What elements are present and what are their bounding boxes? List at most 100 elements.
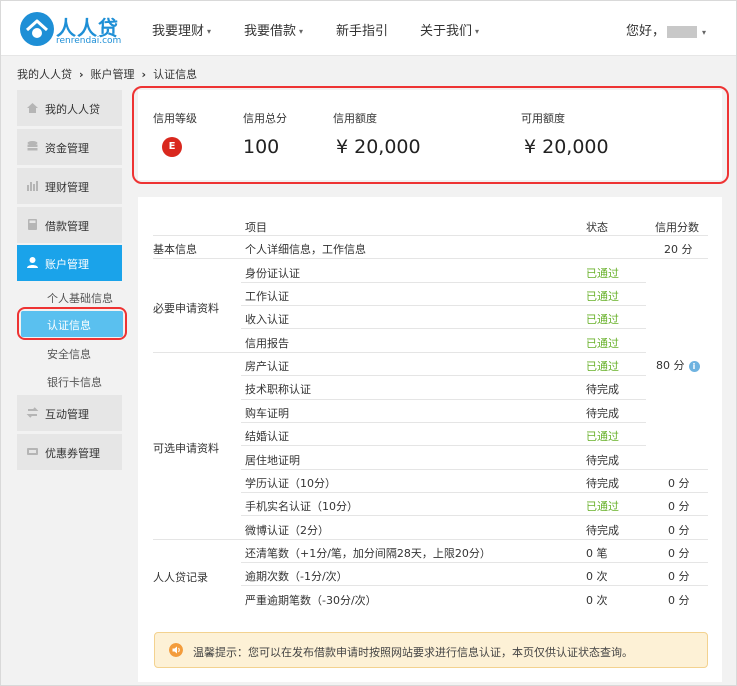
table-row-item: 严重逾期笔数（-30分/次） [245, 594, 377, 607]
score-education: 0 分 [668, 477, 690, 490]
status-pending: 待完成 [586, 477, 619, 490]
table-row-item: 逾期次数（-1分/次） [245, 570, 348, 583]
table-row-item[interactable]: 工作认证 [245, 288, 289, 304]
row-divider [241, 469, 708, 470]
user-menu[interactable]: 您好， ▾ [626, 20, 706, 39]
breadcrumb-home[interactable]: 我的人人贷 [17, 68, 72, 81]
score-phone: 0 分 [668, 500, 690, 513]
group-optional: 可选申请资料 [153, 442, 219, 455]
row-divider [153, 235, 708, 236]
breadcrumb-current: 认证信息 [153, 68, 198, 81]
table-row-item[interactable]: 学历认证（10分） [245, 475, 336, 491]
group-basic: 基本信息 [153, 243, 197, 256]
nav-borrow[interactable]: 我要借款 ▾ [244, 20, 303, 39]
nav-about[interactable]: 关于我们 ▾ [420, 20, 479, 39]
breadcrumb-account[interactable]: 账户管理 [91, 68, 135, 81]
nav-about-label: 关于我们 [420, 24, 473, 39]
sidebar-sub-bank-card[interactable]: 银行卡信息 [47, 374, 102, 390]
group-required: 必要申请资料 [153, 302, 219, 315]
table-row-item[interactable]: 信用报告 [245, 335, 289, 351]
table-row-item: 个人详细信息，工作信息 [245, 243, 366, 256]
status-passed: 已通过 [586, 500, 619, 513]
status-pending: 待完成 [586, 383, 619, 396]
home-icon [27, 103, 38, 113]
bar-chart-icon [27, 181, 38, 191]
nav-guide[interactable]: 新手指引 [336, 20, 388, 39]
group-record: 人人贷记录 [153, 571, 208, 584]
sidebar-item-interaction[interactable]: 互动管理 [17, 395, 122, 431]
sidebar-item-label: 互动管理 [45, 408, 89, 421]
nav-guide-label: 新手指引 [336, 24, 389, 39]
site-logo[interactable]: 人人贷 renrendai.com [19, 10, 129, 50]
sidebar-item-home[interactable]: 我的人人贷 [17, 90, 122, 126]
calculator-icon [28, 219, 37, 230]
status-passed: 已通过 [586, 290, 619, 303]
table-row-item[interactable]: 结婚认证 [245, 428, 289, 444]
chevron-down-icon: ▾ [702, 28, 707, 37]
status-passed: 已通过 [586, 430, 619, 443]
sidebar-item-wealth[interactable]: 理财管理 [17, 168, 122, 204]
row-divider [241, 515, 708, 516]
status-pending: 待完成 [586, 407, 619, 420]
row-divider [241, 399, 646, 400]
warm-tip-banner: 温馨提示：您可以在发布借款申请时按照网站要求进行信息认证，本页仅供认证状态查询。 [154, 632, 708, 668]
score-weibo: 0 分 [668, 524, 690, 537]
nav-invest-label: 我要理财 [152, 24, 205, 39]
score-merged: 80 分i [656, 357, 700, 373]
score-severe: 0 分 [668, 594, 690, 607]
table-row-item[interactable]: 房产认证 [245, 358, 289, 374]
row-divider [153, 258, 708, 259]
table-row-item[interactable]: 手机实名认证（10分） [245, 498, 358, 514]
sidebar-item-label: 优惠券管理 [45, 447, 100, 460]
interact-icon [26, 407, 39, 418]
col-header-status: 状态 [586, 221, 608, 234]
sidebar-item-label: 我的人人贷 [45, 103, 100, 116]
row-divider [241, 375, 646, 376]
status-passed: 已通过 [586, 313, 619, 326]
score-overdue: 0 分 [668, 570, 690, 583]
coupon-icon [27, 448, 38, 455]
page-frame: 人人贷 renrendai.com 我要理财 ▾ 我要借款 ▾ 新手指引 关于我们 ▾… [0, 0, 737, 686]
sidebar-item-label: 借款管理 [45, 220, 89, 233]
coins-icon [27, 141, 38, 151]
sidebar-item-account[interactable]: 账户管理 [17, 245, 122, 281]
row-divider [241, 422, 646, 423]
table-row-item[interactable]: 居住地证明 [245, 452, 300, 468]
table-row-item[interactable]: 身份证认证 [245, 265, 300, 281]
table-row-item[interactable]: 收入认证 [245, 311, 289, 327]
username-redacted [667, 25, 698, 38]
sidebar-item-label: 资金管理 [45, 142, 89, 155]
sidebar-item-coupons[interactable]: 优惠券管理 [17, 434, 122, 470]
top-header: 人人贷 renrendai.com 我要理财 ▾ 我要借款 ▾ 新手指引 关于我们 ▾… [1, 1, 736, 56]
table-row-item[interactable]: 技术职称认证 [245, 381, 311, 397]
table-row-item[interactable]: 微博认证（2分） [245, 522, 329, 538]
greeting-text: 您好， [626, 24, 666, 39]
nav-invest[interactable]: 我要理财 ▾ [152, 20, 211, 39]
breadcrumb-separator-icon: › [79, 68, 84, 81]
status-pending: 待完成 [586, 454, 619, 467]
record-count: 0 次 [586, 594, 608, 607]
highlight-ring [17, 307, 127, 340]
table-row-item[interactable]: 购车证明 [245, 405, 289, 421]
status-passed: 已通过 [586, 267, 619, 280]
row-divider [153, 352, 646, 353]
sidebar-item-loans[interactable]: 借款管理 [17, 207, 122, 243]
nav-borrow-label: 我要借款 [244, 24, 297, 39]
tip-text: 温馨提示：您可以在发布借款申请时按照网站要求进行信息认证，本页仅供认证状态查询。 [193, 646, 633, 659]
certification-table: 项目 状态 信用分数 基本信息 必要申请资料 可选申请资料 人人贷记录 个人详细… [138, 197, 722, 682]
sidebar-item-funds[interactable]: 资金管理 [17, 129, 122, 165]
score-basic: 20 分 [664, 243, 693, 256]
row-divider [241, 328, 646, 329]
row-divider [241, 562, 708, 563]
row-divider [153, 539, 708, 540]
speaker-icon [169, 643, 183, 657]
sidebar-sub-security[interactable]: 安全信息 [47, 346, 91, 362]
sidebar-sub-basic-info[interactable]: 个人基础信息 [47, 290, 113, 306]
row-divider [241, 305, 646, 306]
logo-subtext: renrendai.com [56, 36, 122, 46]
row-divider [241, 492, 708, 493]
chevron-down-icon: ▾ [207, 27, 212, 36]
info-icon[interactable]: i [688, 360, 700, 372]
sidebar-item-label: 账户管理 [45, 258, 89, 271]
chevron-down-icon: ▾ [299, 27, 304, 36]
